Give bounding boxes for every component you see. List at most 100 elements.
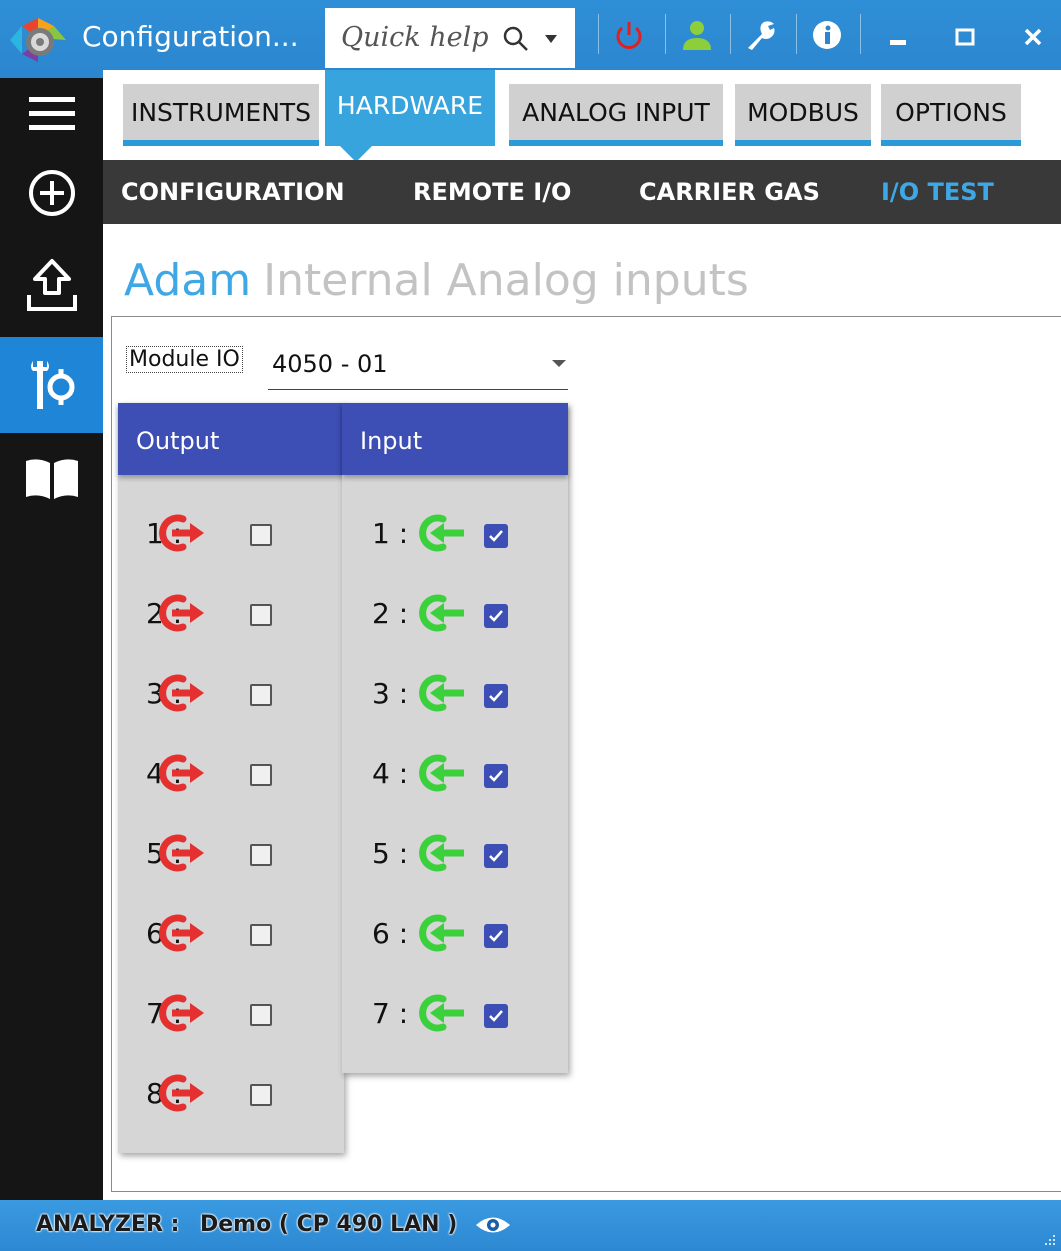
subtab-carrier-gas[interactable]: CARRIER GAS bbox=[639, 178, 820, 206]
input-row: 1 : bbox=[342, 503, 568, 563]
input-panel: Input 1 : 2 : 3 : 4 : 5 : 6 : 7 : bbox=[342, 403, 568, 1073]
user-icon[interactable] bbox=[680, 18, 714, 52]
page-title-internal[interactable]: Internal Analog inputs bbox=[263, 255, 749, 306]
title-bar: Configuration... Quick help bbox=[0, 0, 1061, 78]
minimize-icon[interactable] bbox=[884, 18, 914, 52]
io-number: 4 : bbox=[372, 757, 409, 790]
sidebar-item-upload[interactable] bbox=[0, 240, 103, 330]
output-row: 5 : bbox=[118, 823, 344, 883]
output-row: 2 : bbox=[118, 583, 344, 643]
input-power-icon bbox=[419, 514, 464, 552]
output-power-icon bbox=[159, 834, 204, 872]
output-checkbox[interactable] bbox=[250, 604, 272, 626]
output-checkbox[interactable] bbox=[250, 924, 272, 946]
io-number: 5 : bbox=[372, 837, 409, 870]
search-icon[interactable] bbox=[501, 24, 531, 54]
book-icon bbox=[25, 459, 78, 499]
input-row: 4 : bbox=[342, 743, 568, 803]
input-checkbox[interactable] bbox=[484, 844, 508, 868]
subtab-remote-io[interactable]: REMOTE I/O bbox=[413, 178, 571, 206]
io-number: 7 : bbox=[372, 997, 409, 1030]
module-io-value: 4050 - 01 bbox=[272, 350, 388, 378]
output-row: 8 : bbox=[118, 1063, 344, 1123]
input-row: 5 : bbox=[342, 823, 568, 883]
input-checkbox[interactable] bbox=[484, 764, 508, 788]
input-power-icon bbox=[419, 674, 464, 712]
tab-hardware[interactable]: HARDWARE bbox=[325, 70, 495, 146]
input-power-icon bbox=[419, 994, 464, 1032]
eye-icon[interactable] bbox=[474, 1212, 512, 1238]
sidebar-item-manual[interactable] bbox=[0, 433, 103, 523]
sidebar-item-tools[interactable] bbox=[0, 337, 103, 433]
chevron-down-icon[interactable] bbox=[545, 35, 557, 43]
input-checkbox[interactable] bbox=[484, 604, 508, 628]
divider bbox=[665, 14, 666, 54]
tools-icon bbox=[30, 361, 74, 409]
input-header: Input bbox=[342, 403, 568, 475]
quick-help-placeholder: Quick help bbox=[341, 22, 489, 53]
input-checkbox[interactable] bbox=[484, 924, 508, 948]
sidebar-menu-button[interactable] bbox=[0, 78, 103, 148]
tab-bar: INSTRUMENTS HARDWARE ANALOG INPUT MODBUS… bbox=[103, 70, 1061, 162]
input-checkbox[interactable] bbox=[484, 1004, 508, 1028]
subtab-io-test[interactable]: I/O TEST bbox=[881, 178, 994, 206]
divider bbox=[730, 14, 731, 54]
resize-grip-icon[interactable] bbox=[1043, 1233, 1057, 1247]
output-power-icon bbox=[159, 594, 204, 632]
output-power-icon bbox=[159, 674, 204, 712]
sub-tab-bar: CONFIGURATION REMOTE I/O CARRIER GAS I/O… bbox=[103, 160, 1061, 224]
quick-help-input[interactable]: Quick help bbox=[325, 8, 575, 68]
subtab-configuration[interactable]: CONFIGURATION bbox=[121, 178, 345, 206]
divider bbox=[796, 14, 797, 54]
divider bbox=[860, 14, 861, 54]
output-checkbox[interactable] bbox=[250, 844, 272, 866]
output-row: 7 : bbox=[118, 983, 344, 1043]
status-bar: ANALYZER : Demo ( CP 490 LAN ) bbox=[0, 1200, 1061, 1251]
io-number: 1 : bbox=[372, 517, 409, 550]
wrench-icon[interactable] bbox=[744, 18, 778, 52]
input-checkbox[interactable] bbox=[484, 684, 508, 708]
input-power-icon bbox=[419, 594, 464, 632]
menu-icon bbox=[28, 97, 75, 130]
io-number: 6 : bbox=[372, 917, 409, 950]
tab-instruments[interactable]: INSTRUMENTS bbox=[123, 84, 319, 146]
output-checkbox[interactable] bbox=[250, 1084, 272, 1106]
output-power-icon bbox=[159, 1074, 204, 1112]
page-title-adam[interactable]: Adam bbox=[124, 255, 251, 306]
analyzer-label: ANALYZER : bbox=[36, 1212, 180, 1237]
output-panel: Output 1 : 2 : 3 : 4 : 5 : 6 : 7 : 8 : bbox=[118, 403, 344, 1153]
io-number: 3 : bbox=[372, 677, 409, 710]
upload-icon bbox=[26, 259, 77, 311]
output-row: 3 : bbox=[118, 663, 344, 723]
output-header: Output bbox=[118, 403, 344, 475]
output-checkbox[interactable] bbox=[250, 1004, 272, 1026]
output-checkbox[interactable] bbox=[250, 684, 272, 706]
input-row: 2 : bbox=[342, 583, 568, 643]
tab-options[interactable]: OPTIONS bbox=[881, 84, 1021, 146]
maximize-icon[interactable] bbox=[950, 18, 980, 52]
add-icon bbox=[28, 170, 75, 216]
info-icon[interactable] bbox=[810, 18, 844, 52]
page-title: Adam Internal Analog inputs bbox=[124, 255, 749, 306]
output-power-icon bbox=[159, 514, 204, 552]
close-icon[interactable] bbox=[1018, 18, 1048, 52]
output-checkbox[interactable] bbox=[250, 524, 272, 546]
input-power-icon bbox=[419, 914, 464, 952]
module-io-select[interactable]: 4050 - 01 bbox=[268, 340, 568, 390]
output-row: 6 : bbox=[118, 903, 344, 963]
output-row: 4 : bbox=[118, 743, 344, 803]
input-row: 3 : bbox=[342, 663, 568, 723]
output-checkbox[interactable] bbox=[250, 764, 272, 786]
tab-modbus[interactable]: MODBUS bbox=[735, 84, 871, 146]
tab-analog-input[interactable]: ANALOG INPUT bbox=[509, 84, 723, 146]
analyzer-value: Demo ( CP 490 LAN ) bbox=[200, 1212, 458, 1237]
power-icon[interactable] bbox=[612, 18, 646, 52]
output-row: 1 : bbox=[118, 503, 344, 563]
io-number: 2 : bbox=[372, 597, 409, 630]
sidebar-item-add[interactable] bbox=[0, 148, 103, 238]
output-power-icon bbox=[159, 914, 204, 952]
output-power-icon bbox=[159, 754, 204, 792]
input-checkbox[interactable] bbox=[484, 524, 508, 548]
sidebar bbox=[0, 78, 103, 1200]
chevron-down-icon bbox=[552, 360, 566, 367]
